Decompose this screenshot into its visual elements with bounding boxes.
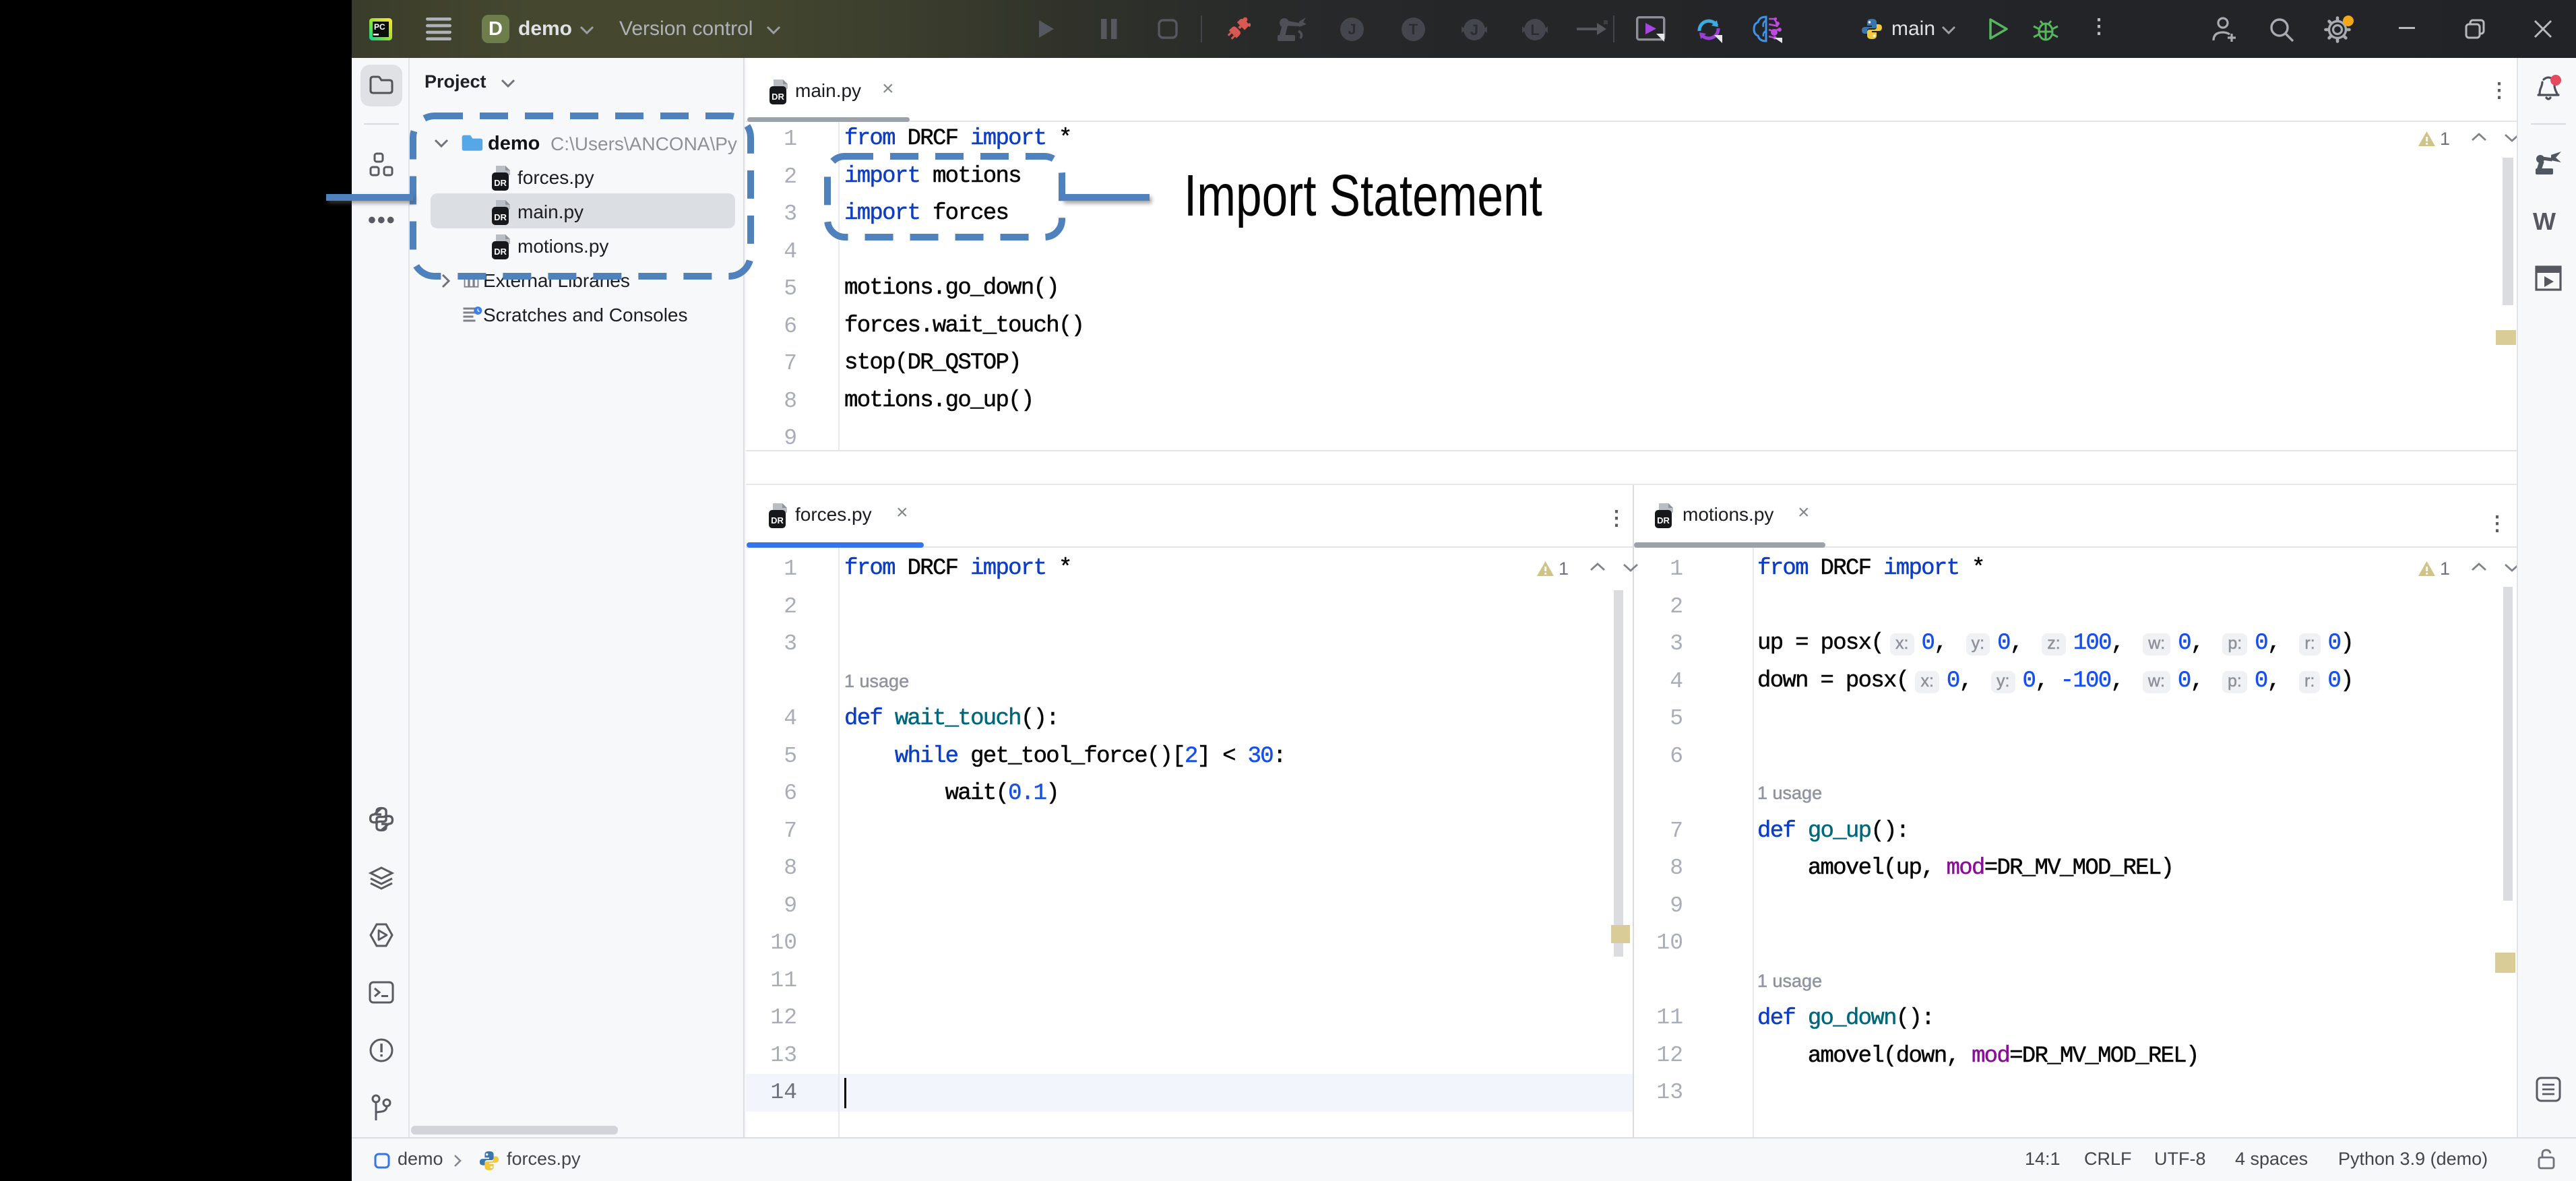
svg-text:J: J bbox=[1470, 22, 1478, 38]
svg-text:PC: PC bbox=[374, 22, 385, 32]
svg-text:DR: DR bbox=[772, 92, 784, 102]
svg-text:L: L bbox=[1530, 22, 1539, 38]
svg-text:DR: DR bbox=[1657, 515, 1670, 525]
svg-text:DR: DR bbox=[771, 515, 784, 525]
